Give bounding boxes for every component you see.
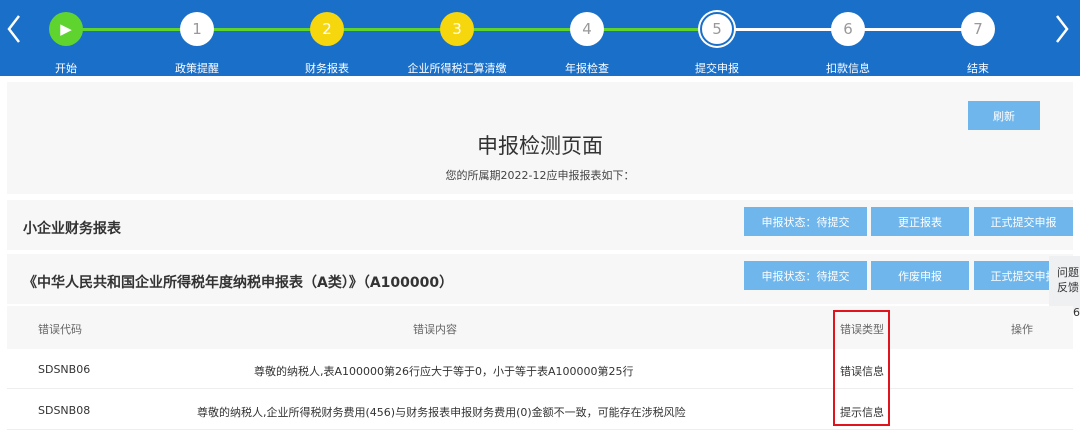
submit-declaration-button[interactable]: 正式提交申报 [974, 207, 1073, 236]
progress-stepper: ▶ 1 2 3 4 5 6 7 开始 政策提醒 财务报表 企业所得税汇算清缴 年… [0, 0, 1080, 76]
step-3[interactable]: 3 [440, 12, 474, 46]
step-label-3: 企业所得税汇算清缴 [407, 62, 507, 75]
page-title: 申报检测页面 [477, 134, 603, 158]
step-label-5: 提交申报 [695, 62, 739, 75]
report-title: 《中华人民共和国企业所得税年度纳税申报表（A类）》（A100000） [23, 275, 454, 291]
feedback-label-line1: 问题 [1057, 266, 1079, 279]
step-2[interactable]: 2 [310, 12, 344, 46]
refresh-button[interactable]: 刷新 [968, 101, 1040, 130]
step-label-7: 结束 [967, 62, 989, 75]
correct-report-button[interactable]: 更正报表 [871, 207, 969, 236]
status-pending-button[interactable]: 申报状态：待提交 [744, 261, 867, 290]
error-table-header [7, 306, 1073, 349]
step-label-4: 年报检查 [565, 62, 609, 75]
step-1[interactable]: 1 [180, 12, 214, 46]
table-row: SDSNB08 尊敬的纳税人,企业所得税财务费用(456)与财务报表申报财务费用… [7, 390, 1073, 430]
step-label-2: 财务报表 [305, 62, 349, 75]
feedback-panel[interactable]: 问题 反馈 [1049, 256, 1080, 312]
column-header-action: 操作 [1011, 323, 1033, 336]
progress-track-done [66, 28, 715, 31]
step-label-6: 扣款信息 [826, 62, 870, 75]
step-start[interactable]: ▶ [49, 12, 83, 46]
column-header-content: 错误内容 [413, 323, 457, 336]
step-label-start: 开始 [55, 62, 77, 75]
error-code: SDSNB06 [38, 363, 91, 376]
error-type-highlight-box [833, 310, 890, 426]
status-pending-button[interactable]: 申报状态：待提交 [744, 207, 867, 236]
step-4[interactable]: 4 [570, 12, 604, 46]
error-content: 尊敬的纳税人,企业所得税财务费用(456)与财务报表申报财务费用(0)金额不一致… [197, 406, 686, 419]
void-declaration-button[interactable]: 作废申报 [871, 261, 969, 290]
report-title: 小企业财务报表 [23, 221, 121, 237]
column-header-code: 错误代码 [38, 323, 82, 336]
feedback-label-line2: 反馈 [1057, 281, 1079, 294]
step-label-1: 政策提醒 [175, 62, 219, 75]
step-6[interactable]: 6 [831, 12, 865, 46]
chevron-left-icon[interactable] [6, 14, 22, 44]
error-code: SDSNB08 [38, 404, 91, 417]
page-subtitle: 您的所属期2022-12应申报报表如下： [445, 169, 635, 182]
step-5-current[interactable]: 5 [700, 12, 734, 46]
error-content: 尊敬的纳税人,表A100000第26行应大于等于0，小于等于表A100000第2… [254, 365, 634, 378]
step-7[interactable]: 7 [961, 12, 995, 46]
chevron-right-icon[interactable] [1054, 14, 1070, 44]
table-row: SDSNB06 尊敬的纳税人,表A100000第26行应大于等于0，小于等于表A… [7, 349, 1073, 389]
